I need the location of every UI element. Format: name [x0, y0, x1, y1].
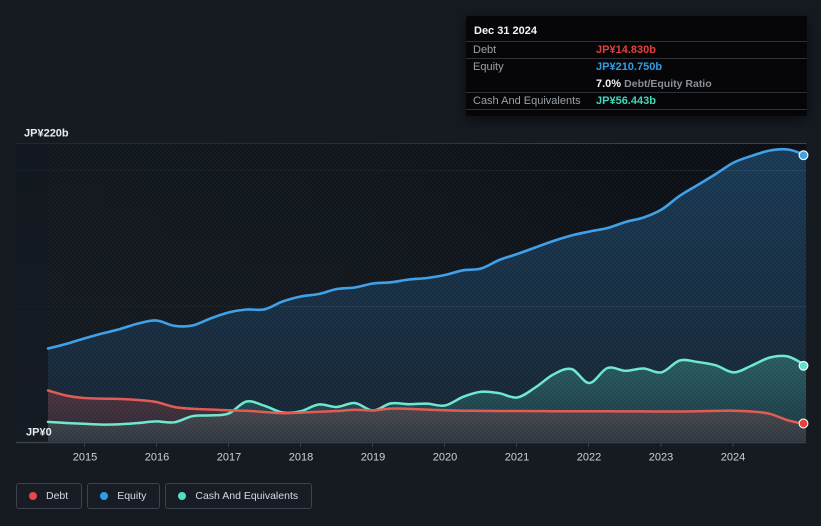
svg-text:JP¥0: JP¥0: [26, 427, 52, 439]
svg-text:2015: 2015: [73, 452, 97, 464]
svg-text:2016: 2016: [145, 452, 169, 464]
svg-text:2022: 2022: [577, 452, 601, 464]
svg-text:2024: 2024: [721, 452, 745, 464]
svg-text:2021: 2021: [505, 452, 529, 464]
svg-text:2020: 2020: [433, 452, 457, 464]
svg-text:2018: 2018: [289, 452, 313, 464]
svg-text:2017: 2017: [217, 452, 241, 464]
svg-text:2019: 2019: [361, 452, 385, 464]
svg-text:2023: 2023: [649, 452, 673, 464]
svg-text:JP¥220b: JP¥220b: [24, 128, 69, 140]
